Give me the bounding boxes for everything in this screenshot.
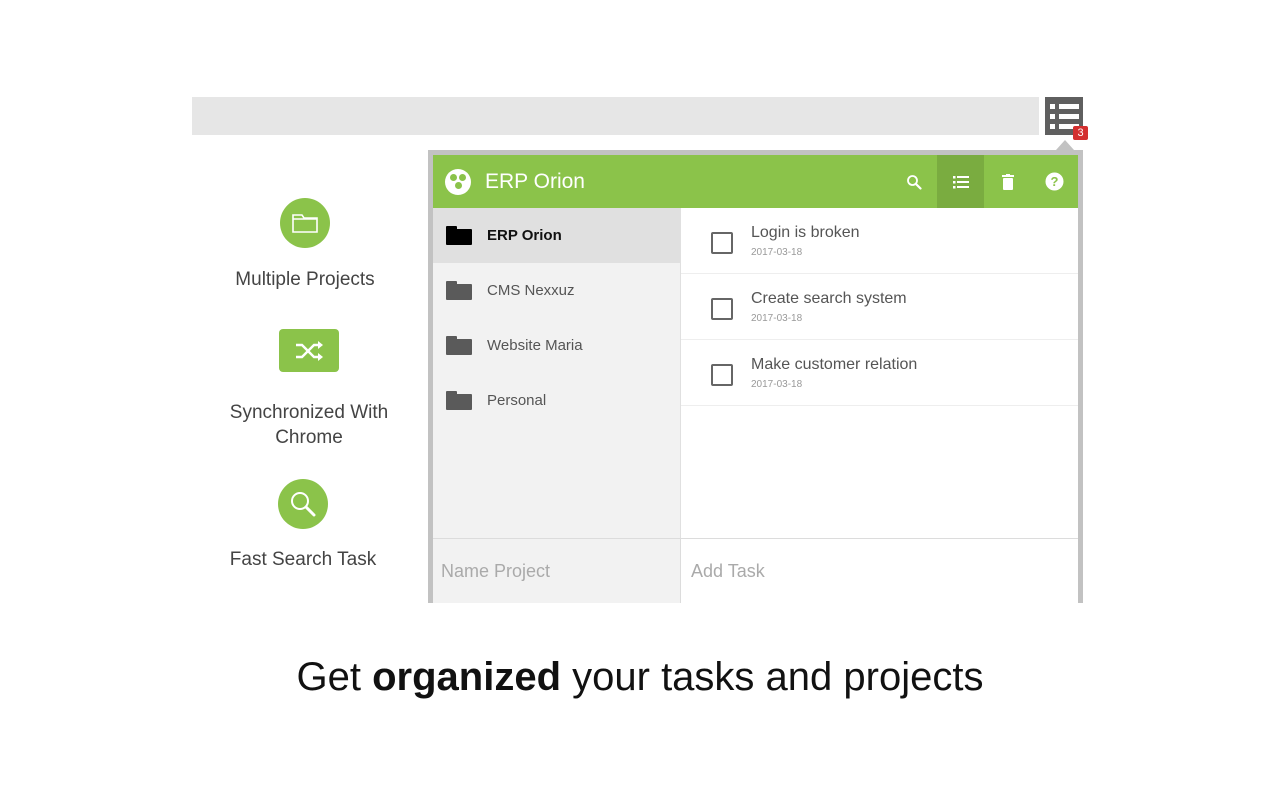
list-view-button[interactable] — [937, 155, 984, 208]
trash-icon — [1001, 173, 1014, 190]
feature-label: Multiple Projects — [235, 269, 375, 290]
task-title: Make customer relation — [751, 356, 918, 373]
feature-label: Synchronized With Chrome — [229, 402, 389, 448]
project-item-erp-orion[interactable]: ERP Orion — [433, 208, 680, 263]
help-icon: ? — [1045, 172, 1064, 191]
tagline-before: Get — [296, 655, 373, 699]
list-icon — [952, 175, 969, 188]
task-item: Login is broken 2017-03-18 — [681, 208, 1078, 274]
feature-fast-search: Fast Search Task — [203, 479, 403, 572]
project-name: ERP Orion — [487, 227, 562, 244]
folder-icon — [446, 391, 472, 410]
folder-icon — [446, 336, 472, 355]
extension-popup: ERP Orion ? ERP Orion CMS Nexxuz Website… — [428, 150, 1083, 603]
task-date: 2017-03-18 — [751, 313, 803, 324]
project-item-personal[interactable]: Personal — [433, 373, 680, 428]
tagline-after: your tasks and projects — [561, 655, 984, 699]
name-project-input[interactable] — [433, 539, 680, 603]
task-date: 2017-03-18 — [751, 379, 803, 390]
delete-button[interactable] — [984, 155, 1031, 208]
tagline: Get organized your tasks and projects — [0, 655, 1280, 700]
task-list: Login is broken 2017-03-18 Create search… — [681, 208, 1078, 538]
tagline-bold: organized — [372, 655, 562, 699]
search-icon — [906, 174, 922, 190]
svg-text:?: ? — [1051, 174, 1059, 189]
task-item: Create search system 2017-03-18 — [681, 274, 1078, 340]
task-title: Login is broken — [751, 224, 860, 241]
task-item: Make customer relation 2017-03-18 — [681, 340, 1078, 406]
folder-icon — [446, 226, 472, 245]
project-list: ERP Orion CMS Nexxuz Website Maria Perso… — [433, 208, 681, 538]
feature-label: Fast Search Task — [229, 549, 377, 570]
task-checkbox[interactable] — [711, 298, 733, 320]
popup-title: ERP Orion — [485, 169, 585, 193]
project-name: Personal — [487, 392, 547, 409]
task-checkbox[interactable] — [711, 232, 733, 254]
popup-header: ERP Orion ? — [433, 155, 1078, 208]
project-item-website-maria[interactable]: Website Maria — [433, 318, 680, 373]
popup-arrow — [1056, 140, 1074, 150]
feature-synchronized: Synchronized With Chrome — [209, 329, 409, 450]
project-item-cms-nexxuz[interactable]: CMS Nexxuz — [433, 263, 680, 318]
extension-badge: 3 — [1073, 126, 1088, 140]
browser-address-bar[interactable] — [192, 97, 1039, 135]
search-icon — [278, 479, 328, 529]
shuffle-icon — [279, 329, 339, 372]
project-name: Website Maria — [487, 337, 583, 354]
folder-icon — [446, 281, 472, 300]
folder-icon — [280, 198, 330, 248]
add-task-input[interactable] — [681, 539, 1078, 603]
task-checkbox[interactable] — [711, 364, 733, 386]
task-title: Create search system — [751, 290, 907, 307]
orion-logo-icon — [445, 168, 471, 195]
feature-multiple-projects: Multiple Projects — [205, 198, 405, 292]
search-button[interactable] — [890, 155, 937, 208]
help-button[interactable]: ? — [1031, 155, 1078, 208]
project-name: CMS Nexxuz — [487, 282, 575, 299]
task-date: 2017-03-18 — [751, 247, 803, 258]
